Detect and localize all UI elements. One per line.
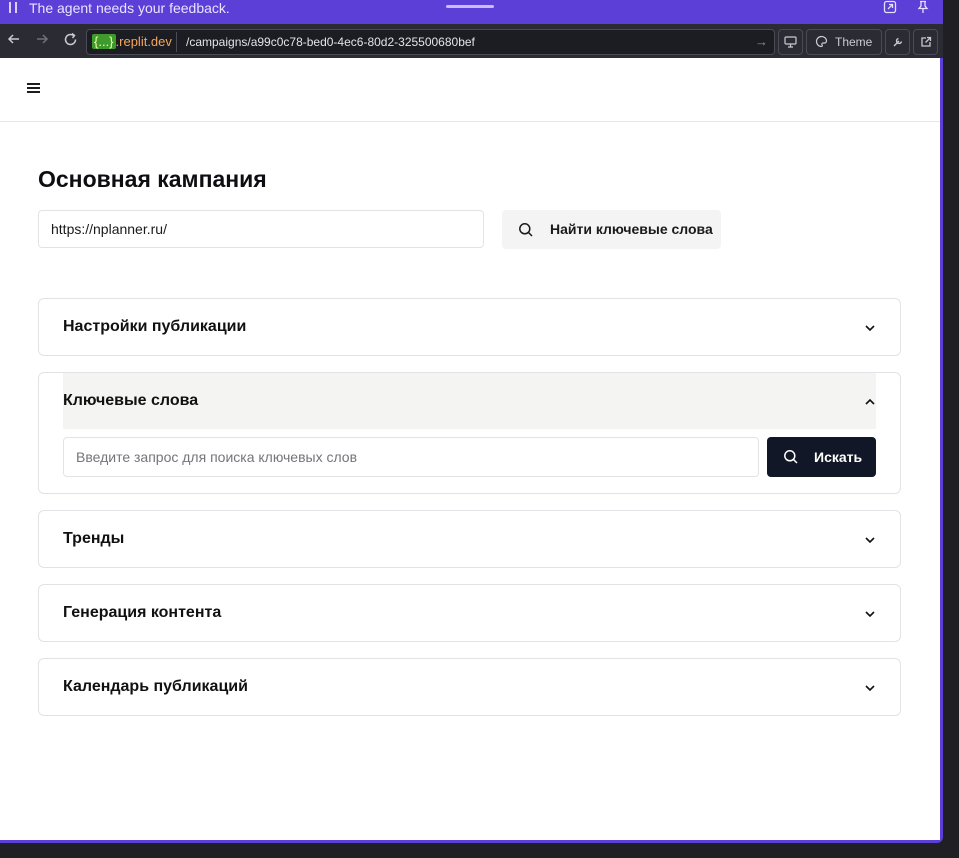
section-header-keywords[interactable]: Ключевые слова [63, 373, 876, 429]
find-keywords-button[interactable]: Найти ключевые слова [502, 210, 721, 249]
section-header-trends[interactable]: Тренды [63, 511, 876, 567]
notification-message: The agent needs your feedback. [29, 0, 230, 16]
website-url-input[interactable] [38, 210, 484, 248]
keyword-search-label: Искать [814, 449, 863, 465]
theme-label: Theme [835, 35, 873, 49]
section-header-content-generation[interactable]: Генерация контента [63, 585, 876, 641]
open-new-tab-button[interactable] [913, 29, 938, 55]
chevron-down-icon [864, 533, 876, 545]
section-header-publication-settings[interactable]: Настройки публикации [63, 299, 876, 355]
chevron-down-icon [864, 607, 876, 619]
section-title: Тренды [63, 530, 125, 547]
window-shadow [943, 0, 959, 858]
chevron-up-icon [864, 395, 876, 407]
find-keywords-label: Найти ключевые слова [550, 221, 713, 237]
page-title: Основная кампания [38, 166, 267, 192]
app-header [0, 58, 940, 122]
keyword-search-input[interactable] [63, 437, 759, 477]
search-icon [783, 449, 799, 465]
domain-tag: {...} [92, 34, 116, 49]
section-keywords: Ключевые слова Искать [38, 372, 901, 494]
address-bar[interactable]: {...} .replit.dev /campaigns/a99c0c78-bed… [86, 29, 775, 55]
section-header-publication-calendar[interactable]: Календарь публикаций [63, 659, 876, 715]
window-shadow [0, 843, 959, 858]
expand-icon[interactable] [882, 0, 898, 16]
back-icon[interactable] [5, 32, 23, 50]
section-trends: Тренды [38, 510, 901, 568]
section-title: Календарь публикаций [63, 678, 248, 695]
drag-handle[interactable] [446, 5, 494, 8]
url-domain: {...} .replit.dev [89, 32, 177, 52]
page-content: Основная кампания Найти ключевые слова Н… [0, 58, 940, 840]
section-content-generation: Генерация контента [38, 584, 901, 642]
search-icon [518, 222, 534, 238]
chevron-down-icon [864, 321, 876, 333]
pin-icon[interactable] [915, 0, 931, 16]
chevron-down-icon [864, 681, 876, 693]
pause-icon[interactable] [9, 2, 19, 16]
palette-icon [815, 30, 828, 56]
section-publication-calendar: Календарь публикаций [38, 658, 901, 716]
theme-button[interactable]: Theme [806, 29, 882, 55]
device-preview-button[interactable] [778, 29, 803, 55]
app-window: The agent needs your feedback. {...} .rep… [0, 0, 943, 843]
keyword-search-button[interactable]: Искать [767, 437, 876, 477]
reload-icon[interactable] [61, 32, 79, 50]
section-publication-settings: Настройки публикации [38, 298, 901, 356]
go-arrow-icon[interactable]: → [755, 33, 768, 51]
forward-icon[interactable] [33, 32, 51, 50]
domain-text: .replit.dev [115, 34, 172, 49]
devtools-button[interactable] [885, 29, 910, 55]
section-title: Настройки публикации [63, 318, 247, 335]
browser-toolbar: {...} .replit.dev /campaigns/a99c0c78-bed… [0, 24, 943, 58]
notification-banner: The agent needs your feedback. [0, 0, 943, 24]
url-path[interactable]: /campaigns/a99c0c78-bed0-4ec6-80d2-32550… [186, 30, 475, 54]
section-title: Ключевые слова [63, 392, 199, 409]
section-title: Генерация контента [63, 604, 222, 621]
hamburger-menu-icon[interactable] [27, 83, 41, 95]
